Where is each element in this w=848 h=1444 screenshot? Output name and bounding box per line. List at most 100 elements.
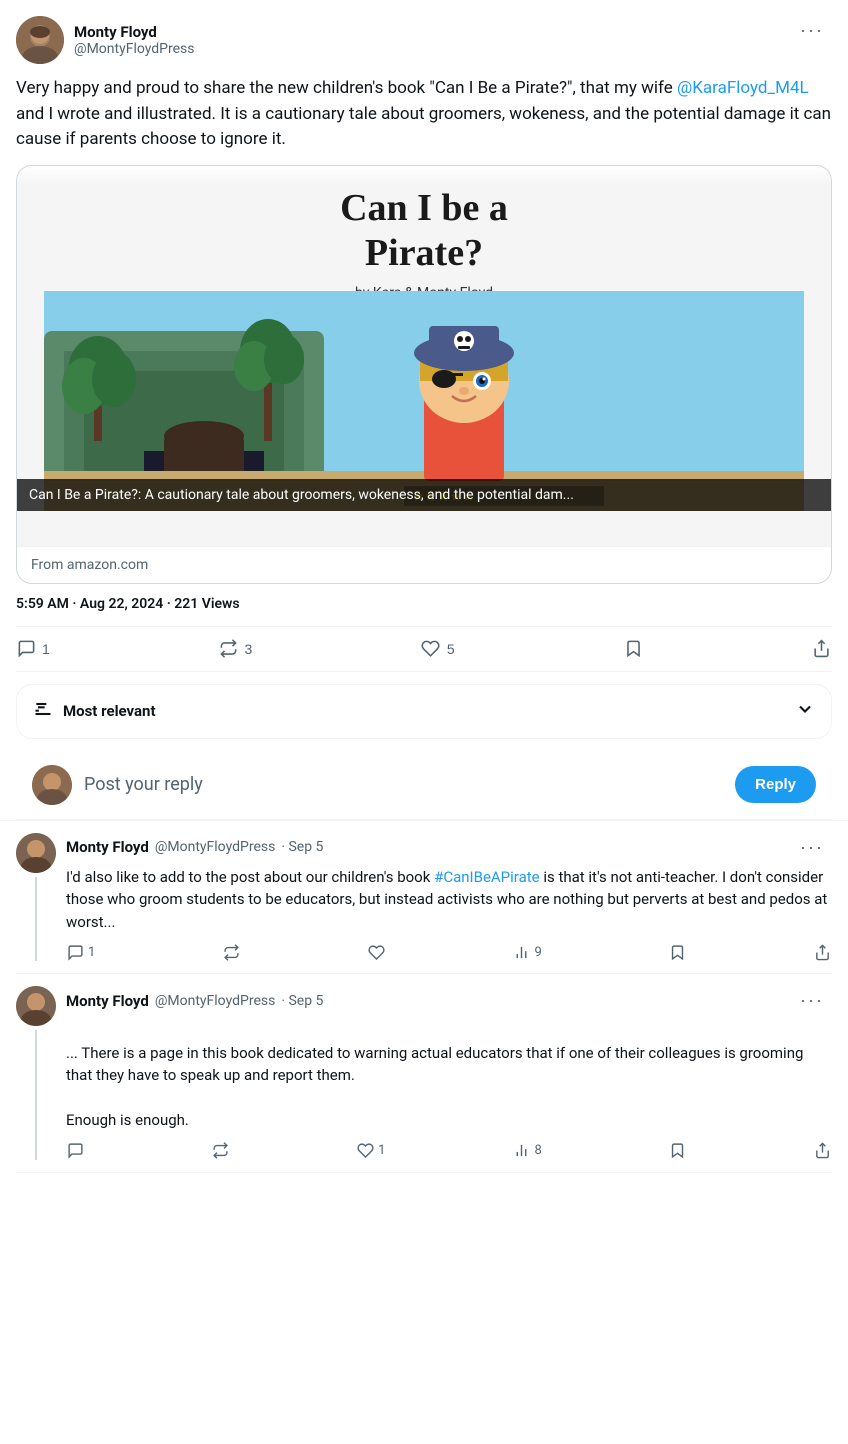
reply-item-right: Monty Floyd @MontyFloydPress · Sep 5 ···… [66, 986, 832, 1160]
reply-views-action[interactable]: 9 [513, 943, 542, 961]
reply-more-button[interactable]: ··· [792, 833, 832, 862]
mention-link[interactable]: @KaraFloyd_M4L [677, 78, 809, 98]
retweet-icon [218, 639, 238, 659]
filter-icon [33, 699, 53, 724]
username[interactable]: @MontyFloydPress [74, 41, 195, 57]
reply-text: ... There is a page in this book dedicat… [66, 1019, 832, 1132]
reply-bookmark-icon [669, 1142, 687, 1160]
reply-views-icon [513, 1142, 531, 1160]
reply-thread: Monty Floyd @MontyFloydPress · Sep 5 ···… [0, 821, 848, 1173]
reply-item-right: Monty Floyd @MontyFloydPress · Sep 5 ···… [66, 833, 832, 962]
reply-date: · Sep 5 [281, 993, 323, 1009]
reply-header: Monty Floyd @MontyFloydPress · Sep 5 ··· [66, 986, 832, 1015]
share-action-button[interactable] [812, 639, 832, 659]
reply-text-before-hashtag: I'd also like to add to the post about o… [66, 868, 434, 886]
reply-share-icon [814, 943, 832, 961]
like-action-button[interactable]: 5 [421, 639, 455, 659]
timestamp: 5:59 AM · Aug 22, 2024 · [16, 596, 174, 612]
reply-like-action[interactable]: 1 [356, 1142, 385, 1160]
reply-header-info: Monty Floyd @MontyFloydPress · Sep 5 [66, 992, 323, 1010]
reply-more-button[interactable]: ··· [792, 986, 832, 1015]
retweet-count: 3 [244, 641, 252, 657]
reply-author-username[interactable]: @MontyFloydPress [155, 839, 276, 855]
sort-bar[interactable]: Most relevant [16, 684, 832, 739]
reply-views-action[interactable]: 8 [513, 1142, 542, 1160]
reply-item-left [16, 833, 56, 962]
reply-avatar[interactable] [16, 986, 56, 1026]
avatar[interactable] [16, 16, 64, 64]
book-caption: Can I Be a Pirate?: A cautionary tale ab… [17, 479, 831, 511]
action-bar: 1 3 5 [16, 626, 832, 672]
book-illustration: ★★★★★ Can I Be a Pirate?: A cautionary t… [17, 291, 831, 511]
reply-item: Monty Floyd @MontyFloydPress · Sep 5 ···… [16, 974, 832, 1173]
tweet-text: Very happy and proud to share the new ch… [16, 76, 832, 153]
book-image: Can I be a Pirate? by Kara & Monty Floyd [17, 166, 831, 546]
reply-header-info: Monty Floyd @MontyFloydPress · Sep 5 [66, 838, 323, 856]
views-count: 221 [174, 596, 198, 612]
reply-author-name[interactable]: Monty Floyd [66, 992, 149, 1010]
more-options-button[interactable]: ··· [792, 16, 832, 45]
book-card[interactable]: Can I be a Pirate? by Kara & Monty Floyd [16, 165, 832, 584]
reply-retweet-action[interactable] [211, 1142, 229, 1160]
bookmark-icon [623, 639, 643, 659]
reply-author-name[interactable]: Monty Floyd [66, 838, 149, 856]
reply-actions: 1 [66, 943, 832, 961]
reply-share-action[interactable] [814, 1142, 832, 1160]
like-count: 5 [447, 641, 455, 657]
views-label: Views [198, 596, 239, 612]
reply-bookmark-icon [669, 943, 687, 961]
reply-like-count: 1 [378, 1143, 385, 1158]
timestamp-views: 5:59 AM · Aug 22, 2024 · 221 Views [16, 596, 832, 612]
user-info: Monty Floyd @MontyFloydPress [74, 23, 195, 57]
reply-count: 1 [42, 641, 50, 657]
reply-icon [16, 639, 36, 659]
composer-avatar [32, 765, 72, 805]
tweet-header: Monty Floyd @MontyFloydPress ··· [16, 16, 832, 64]
like-icon [421, 639, 441, 659]
reply-like-icon [356, 1142, 374, 1160]
reply-reply-count: 1 [88, 945, 95, 960]
reply-text: I'd also like to add to the post about o… [66, 866, 832, 934]
book-title: Can I be a Pirate? [340, 186, 508, 277]
reply-actions: 1 8 [66, 1142, 832, 1160]
reply-reply-icon [66, 1142, 84, 1160]
reply-views-count: 8 [535, 1143, 542, 1158]
chevron-down-icon [795, 699, 815, 724]
bookmark-action-button[interactable] [623, 639, 643, 659]
reply-like-action[interactable] [367, 943, 385, 961]
thread-line [35, 877, 37, 962]
reply-composer: Post your reply Reply [16, 751, 832, 820]
display-name[interactable]: Monty Floyd [74, 23, 195, 41]
reply-reply-icon [66, 943, 84, 961]
reply-header: Monty Floyd @MontyFloydPress · Sep 5 ··· [66, 833, 832, 862]
reply-text-content: ... There is a page in this book dedicat… [66, 1044, 803, 1130]
reply-avatar[interactable] [16, 833, 56, 873]
reply-retweet-icon [211, 1142, 229, 1160]
reply-retweet-action[interactable] [222, 943, 240, 961]
reply-reply-action[interactable]: 1 [66, 943, 95, 961]
reply-like-icon [367, 943, 385, 961]
reply-action-button[interactable]: 1 [16, 639, 50, 659]
thread-line [35, 1030, 37, 1160]
reply-reply-action[interactable] [66, 1142, 84, 1160]
reply-input[interactable]: Post your reply [84, 774, 723, 795]
share-icon [812, 639, 832, 659]
sort-left: Most relevant [33, 699, 156, 724]
tweet-text-after-mention: and I wrote and illustrated. It is a cau… [16, 104, 831, 150]
book-source: From amazon.com [17, 546, 831, 583]
tweet-text-before-mention: Very happy and proud to share the new ch… [16, 78, 677, 98]
reply-item-left [16, 986, 56, 1160]
reply-author-username[interactable]: @MontyFloydPress [155, 993, 276, 1009]
reply-views-icon [513, 943, 531, 961]
reply-share-action[interactable] [814, 943, 832, 961]
reply-share-icon [814, 1142, 832, 1160]
reply-retweet-icon [222, 943, 240, 961]
reply-views-count: 9 [535, 945, 542, 960]
reply-hashtag[interactable]: #CanIBeAPirate [434, 868, 540, 886]
reply-item: Monty Floyd @MontyFloydPress · Sep 5 ···… [16, 821, 832, 975]
reply-bookmark-action[interactable] [669, 1142, 687, 1160]
reply-bookmark-action[interactable] [669, 943, 687, 961]
reply-date: · Sep 5 [281, 839, 323, 855]
retweet-action-button[interactable]: 3 [218, 639, 252, 659]
reply-submit-button[interactable]: Reply [735, 766, 816, 803]
